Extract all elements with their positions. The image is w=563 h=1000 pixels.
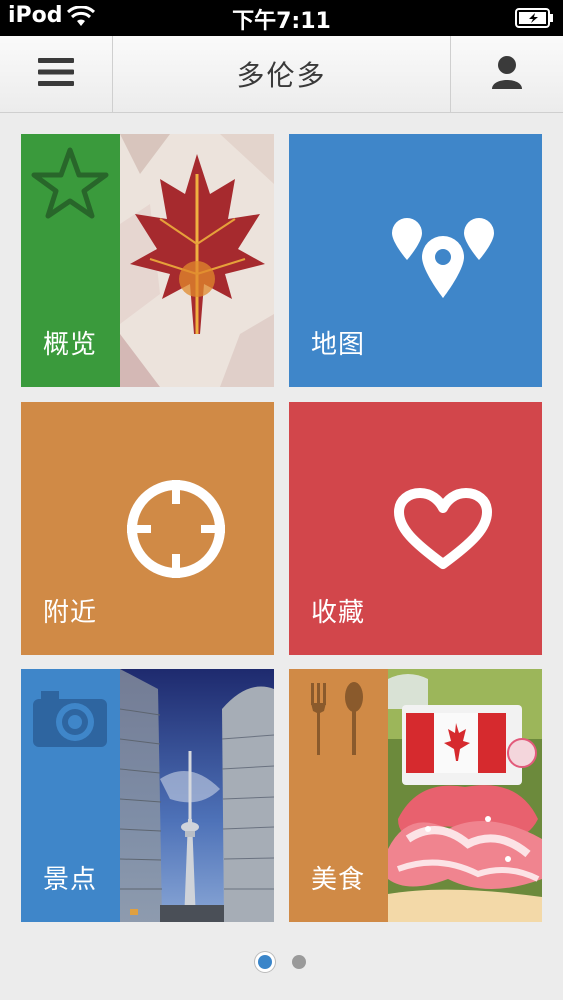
menu-button[interactable] (0, 36, 113, 112)
profile-button[interactable] (450, 36, 563, 112)
tile-nearby[interactable]: 附近 (21, 402, 274, 655)
cupcake-photo (388, 669, 542, 922)
battery-icon (515, 8, 555, 32)
status-bar: iPod 下午7:11 (0, 0, 563, 36)
carrier-label: iPod (8, 3, 63, 28)
tile-overview[interactable]: 概览 (21, 134, 274, 387)
tile-attractions[interactable]: 景点 (21, 669, 274, 922)
tile-favorites-label: 收藏 (311, 598, 366, 628)
page-title: 多伦多 (236, 59, 327, 92)
crosshair-icon (125, 478, 227, 584)
tile-map-label: 地图 (311, 330, 366, 360)
maple-leaf-photo (120, 134, 274, 387)
tile-map[interactable]: 地图 (289, 134, 542, 387)
page-dot-1[interactable] (257, 955, 272, 969)
tile-favorites[interactable]: 收藏 (289, 402, 542, 655)
camera-icon (31, 687, 109, 753)
tile-food[interactable]: 美食 (289, 669, 542, 922)
tile-nearby-label: 附近 (43, 598, 98, 628)
cn-tower-photo (120, 669, 274, 922)
tile-overview-label: 概览 (43, 330, 98, 360)
star-icon (31, 146, 109, 224)
menu-icon (37, 56, 75, 92)
wifi-icon (66, 5, 96, 32)
tile-attractions-label: 景点 (43, 865, 98, 895)
page-dot-2[interactable] (291, 955, 306, 969)
heart-icon (393, 488, 493, 574)
user-icon (491, 55, 523, 93)
navigation-bar: 多伦多 (0, 36, 563, 113)
map-pins-icon (389, 218, 499, 304)
page-indicator[interactable] (0, 950, 563, 974)
fork-spoon-icon (309, 681, 369, 761)
tile-food-label: 美食 (311, 865, 366, 895)
